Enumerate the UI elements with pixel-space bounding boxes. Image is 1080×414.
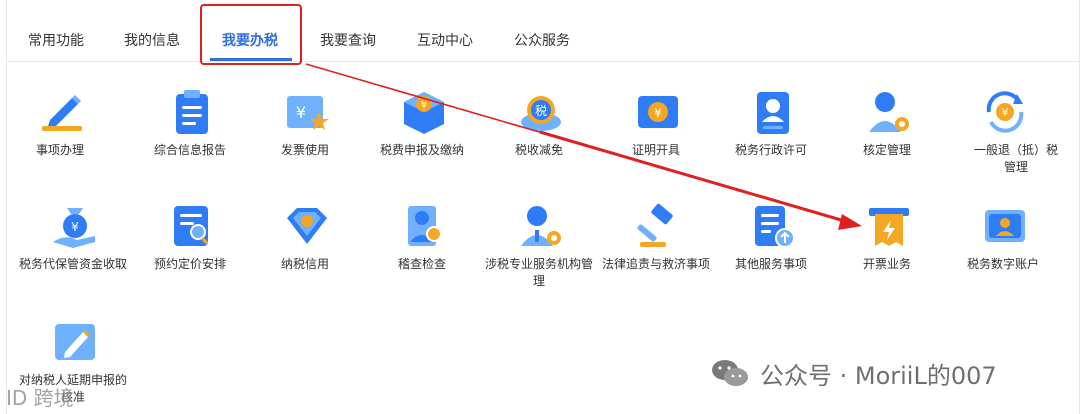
- invoice-star-icon: ¥: [287, 96, 329, 130]
- grid-item-label: 税务代保管资金收取: [18, 257, 127, 271]
- svg-text:¥: ¥: [71, 220, 79, 234]
- grid-item-label: 发票使用: [280, 143, 329, 157]
- user-gear-icon: [869, 92, 909, 132]
- digital-account-icon: [985, 210, 1025, 242]
- svg-text:¥: ¥: [1002, 106, 1009, 119]
- grid-item-invoice-use[interactable]: ¥ 发票使用: [250, 88, 360, 168]
- tab-query[interactable]: 我要查询: [320, 30, 376, 50]
- tab-public-service[interactable]: 公众服务: [514, 30, 570, 50]
- yuan-refresh-icon: ¥: [986, 91, 1024, 133]
- pen-icon: [42, 95, 82, 131]
- grid-item-label: 其他服务事项: [734, 257, 807, 271]
- svg-text:¥: ¥: [296, 103, 306, 122]
- grid-item-certificate[interactable]: ¥ 证明开具: [601, 88, 711, 168]
- grid-item-label: 税费申报及缴纳: [379, 143, 464, 157]
- grid-item-label: 稽查检查: [397, 257, 446, 271]
- grid-item-label: 预约定价安排: [153, 257, 226, 271]
- grid-item-label: 纳税信用: [280, 257, 329, 271]
- grid-item-label: 一般退（抵）税管理: [974, 143, 1059, 174]
- grid-item-label: 税收减免: [514, 143, 563, 157]
- list-upload-icon: [755, 206, 795, 248]
- svg-text:¥: ¥: [421, 100, 427, 111]
- grid-item-other-services[interactable]: 其他服务事项: [716, 202, 826, 282]
- ticket-pen-icon: [55, 324, 95, 360]
- grid-item-credit[interactable]: 纳税信用: [250, 202, 360, 282]
- grid-item-label: 涉税专业服务机构管理: [484, 257, 593, 288]
- yuan-ticket-icon: ¥: [638, 96, 678, 128]
- document-search-icon: [174, 206, 209, 246]
- svg-text:¥: ¥: [654, 106, 662, 120]
- svg-text:税: 税: [535, 104, 547, 118]
- id-card-icon: [757, 92, 789, 134]
- tab-common[interactable]: 常用功能: [28, 30, 84, 50]
- grid-item-label: 税务行政许可: [734, 143, 807, 157]
- grid-item-label: 综合信息报告: [153, 143, 226, 157]
- grid-item-label: 税务数字账户: [966, 257, 1039, 271]
- grid-item-matters[interactable]: 事项办理: [5, 88, 115, 168]
- tax-coin-icon: 税: [521, 96, 561, 131]
- tab-interaction[interactable]: 互动中心: [417, 30, 473, 50]
- grid-item-legal[interactable]: 法律追责与救济事项: [601, 202, 711, 292]
- grid-item-label: 证明开具: [631, 143, 680, 157]
- grid-item-label: 核定管理: [862, 143, 911, 157]
- grid-item-pricing[interactable]: 预约定价安排: [135, 202, 245, 282]
- grid-item-label: 法律追责与救济事项: [601, 257, 710, 271]
- diamond-check-icon: [287, 208, 327, 244]
- corner-watermark: ID 跨境: [6, 386, 74, 410]
- clipboard-icon: [176, 90, 208, 134]
- grid-item-custody-funds[interactable]: ¥ 税务代保管资金收取: [18, 202, 128, 292]
- grid-item-agency-mgmt[interactable]: 涉税专业服务机构管理: [484, 202, 594, 292]
- grid-item-admin-permit[interactable]: 税务行政许可: [716, 88, 826, 168]
- watermark-text: 公众号 · MoriiL的007: [760, 362, 997, 390]
- wechat-icon: [712, 360, 748, 386]
- gavel-icon: [637, 203, 673, 247]
- grid-item-digital-account[interactable]: 税务数字账户: [948, 202, 1058, 282]
- grid-item-info-report[interactable]: 综合信息报告: [135, 88, 245, 168]
- grid-item-label: 开票业务: [862, 257, 911, 271]
- grid-item-declare-pay[interactable]: ¥ 税费申报及缴纳: [367, 88, 477, 168]
- money-bag-hand-icon: ¥: [53, 208, 95, 248]
- grid-item-tax-relief[interactable]: 税 税收减免: [484, 88, 594, 168]
- invoice-print-icon: [869, 208, 909, 246]
- annotation-box: [200, 4, 302, 65]
- inspector-icon: [408, 206, 442, 246]
- tab-my-info[interactable]: 我的信息: [124, 30, 180, 50]
- yuan-box-icon: ¥: [404, 92, 444, 134]
- grid-item-inspection[interactable]: 稽查检查: [367, 202, 477, 282]
- agent-gear-icon: [521, 206, 561, 246]
- grid-item-invoicing[interactable]: 开票业务: [832, 202, 942, 282]
- grid-item-refund[interactable]: ¥ 一般退（抵）税管理: [948, 88, 1058, 178]
- grid-item-label: 事项办理: [35, 143, 84, 157]
- grid-item-assessment[interactable]: 核定管理: [832, 88, 942, 168]
